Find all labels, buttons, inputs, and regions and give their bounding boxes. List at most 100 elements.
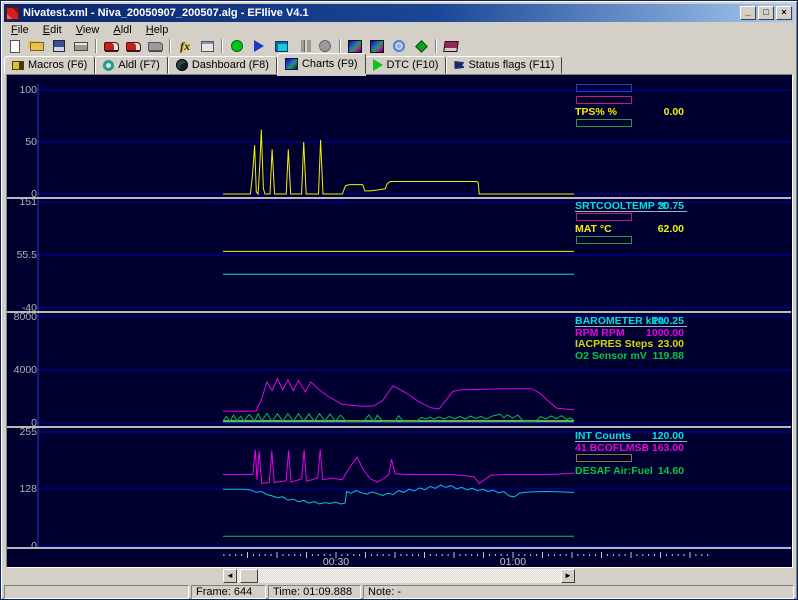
time-axis-label: 00:30 — [323, 556, 349, 568]
toolbar: fx — [4, 38, 794, 54]
status-note: Note: - — [363, 585, 794, 599]
close-button[interactable]: × — [776, 6, 792, 20]
monitor-icon — [275, 41, 288, 52]
vehicle-connect-button[interactable] — [100, 38, 122, 54]
function-button[interactable]: fx — [174, 38, 196, 54]
vehicle-offline-icon — [148, 42, 163, 51]
pause-icon — [301, 40, 305, 52]
function-icon: fx — [180, 39, 190, 54]
record-button[interactable] — [226, 38, 248, 54]
print-icon — [74, 42, 88, 51]
y-axis-tick: 50 — [7, 136, 37, 148]
y-axis-tick: 4000 — [7, 364, 37, 376]
monitor-button[interactable] — [270, 38, 292, 54]
tab-charts[interactable]: Charts (F9) — [277, 53, 366, 74]
menu-aldl[interactable]: Aldl — [106, 23, 138, 37]
menu-view[interactable]: View — [69, 23, 107, 37]
menu-bar: FileEditViewAldlHelp — [4, 23, 794, 37]
y-axis-tick: 55.5 — [7, 249, 37, 261]
title-bar[interactable]: Nivatest.xml - Niva_20050907_200507.alg … — [4, 4, 794, 22]
play-button[interactable] — [248, 38, 270, 54]
tab-macros[interactable]: Macros (F6) — [4, 56, 95, 74]
legend-pid-row[interactable]: O2 Sensor mV 119.88 — [575, 351, 687, 362]
legend-pid-label: BAROMETER kPa — [575, 315, 664, 327]
legend-pid-row[interactable]: TPS% %0.00 — [575, 107, 687, 118]
legend-pid-label: SRTCOOLTEMP °C — [575, 200, 669, 212]
maximize-button[interactable]: □ — [758, 6, 774, 20]
tab-dashboard[interactable]: Dashboard (F8) — [168, 56, 277, 74]
toolbar-separator — [95, 39, 97, 53]
legend-pid-row[interactable]: INT Counts120.00 — [575, 431, 687, 442]
tab-label: Charts (F9) — [302, 58, 358, 70]
tab-status[interactable]: Status flags (F11) — [446, 56, 562, 74]
minimize-button[interactable]: _ — [740, 6, 756, 20]
y-axis-tick: 0 — [7, 540, 37, 552]
charts-icon — [285, 58, 298, 70]
vehicle-log-button[interactable] — [122, 38, 144, 54]
legend-pid-row[interactable]: IACPRES Steps23.00 — [575, 339, 687, 350]
menu-file[interactable]: File — [4, 23, 36, 37]
help-book-button[interactable] — [440, 38, 462, 54]
tab-label: DTC (F10) — [387, 59, 439, 71]
dtc-icon — [373, 59, 383, 71]
scroll-right-button[interactable]: ► — [561, 569, 575, 583]
tab-label: Dashboard (F8) — [192, 59, 269, 71]
tab-label: Status flags (F11) — [468, 59, 554, 71]
legend-empty-slot[interactable] — [576, 454, 632, 462]
scrollbar-row: ◄ ► — [4, 568, 794, 584]
menu-edit[interactable]: Edit — [36, 23, 69, 37]
legend-pid-row[interactable]: BAROMETER kPa100.25 — [575, 316, 687, 327]
legend-pid-row[interactable]: MAT °C62.00 — [575, 224, 687, 235]
legend-empty-slot[interactable] — [576, 213, 632, 221]
save-button[interactable] — [48, 38, 70, 54]
scroll-thumb[interactable] — [240, 569, 258, 583]
dtc-diamond-button[interactable] — [410, 38, 432, 54]
scan-button[interactable] — [388, 38, 410, 54]
dashboard-icon — [176, 59, 188, 71]
tab-dtc[interactable]: DTC (F10) — [365, 56, 447, 74]
properties-button[interactable] — [196, 38, 218, 54]
new-document-button[interactable] — [4, 38, 26, 54]
status-empty-panel — [4, 585, 189, 599]
y-axis-tick: 8000 — [7, 311, 37, 323]
macros-icon — [12, 61, 24, 70]
legend-pid-value: 100.25 — [652, 316, 684, 327]
aldl-icon — [103, 60, 114, 71]
horizontal-scrollbar[interactable]: ◄ ► — [223, 569, 575, 583]
status-flags-icon — [454, 61, 464, 69]
legend-pid-label: O2 Sensor mV — [575, 350, 647, 362]
legend-empty-slot[interactable] — [576, 96, 632, 104]
legend-pid-row[interactable]: DESAF Air:Fuel14.60 — [575, 466, 687, 477]
stop-button[interactable] — [314, 38, 336, 54]
tab-aldl[interactable]: Aldl (F7) — [95, 56, 168, 74]
pause-button[interactable] — [292, 38, 314, 54]
legend-pid-value: 119.88 — [652, 351, 684, 362]
legend-pid-label: 41 BCOFLMSB — [575, 442, 649, 454]
legend-empty-slot[interactable] — [576, 236, 632, 244]
legend-empty-slot[interactable] — [576, 119, 632, 127]
scan-icon — [393, 40, 405, 52]
legend-pid-row[interactable]: 41 BCOFLMSB163.00 — [575, 443, 687, 454]
legend-empty-slot[interactable] — [576, 84, 632, 92]
legend-pid-label: IACPRES Steps — [575, 338, 653, 350]
legend-pid-label: MAT °C — [575, 223, 612, 235]
chart-area[interactable]: 10050015155.5-40800040000255128000:3001:… — [7, 75, 792, 567]
legend-pid-row[interactable]: SRTCOOLTEMP °C20.75 — [575, 201, 687, 212]
new-document-icon — [10, 40, 20, 53]
scroll-left-button[interactable]: ◄ — [223, 569, 237, 583]
print-button[interactable] — [70, 38, 92, 54]
dashboard-view-button[interactable] — [344, 38, 366, 54]
legend-pid-value: 14.60 — [658, 466, 684, 477]
vehicle-offline-button[interactable] — [144, 38, 166, 54]
save-icon — [53, 40, 65, 52]
trace-rpm — [223, 379, 574, 412]
open-file-button[interactable] — [26, 38, 48, 54]
app-icon — [6, 7, 19, 20]
legend-pid-row[interactable]: RPM RPM1000.00 — [575, 328, 687, 339]
charts-view-button[interactable] — [366, 38, 388, 54]
menu-help[interactable]: Help — [139, 23, 176, 37]
tab-bar: Macros (F6)Aldl (F7) Dashboard (F8) Charts… — [4, 54, 794, 74]
help-book-icon — [443, 41, 459, 52]
toolbar-separator — [435, 39, 437, 53]
status-bar: Frame: 644 Time: 01:09.888 Note: - — [4, 585, 794, 599]
